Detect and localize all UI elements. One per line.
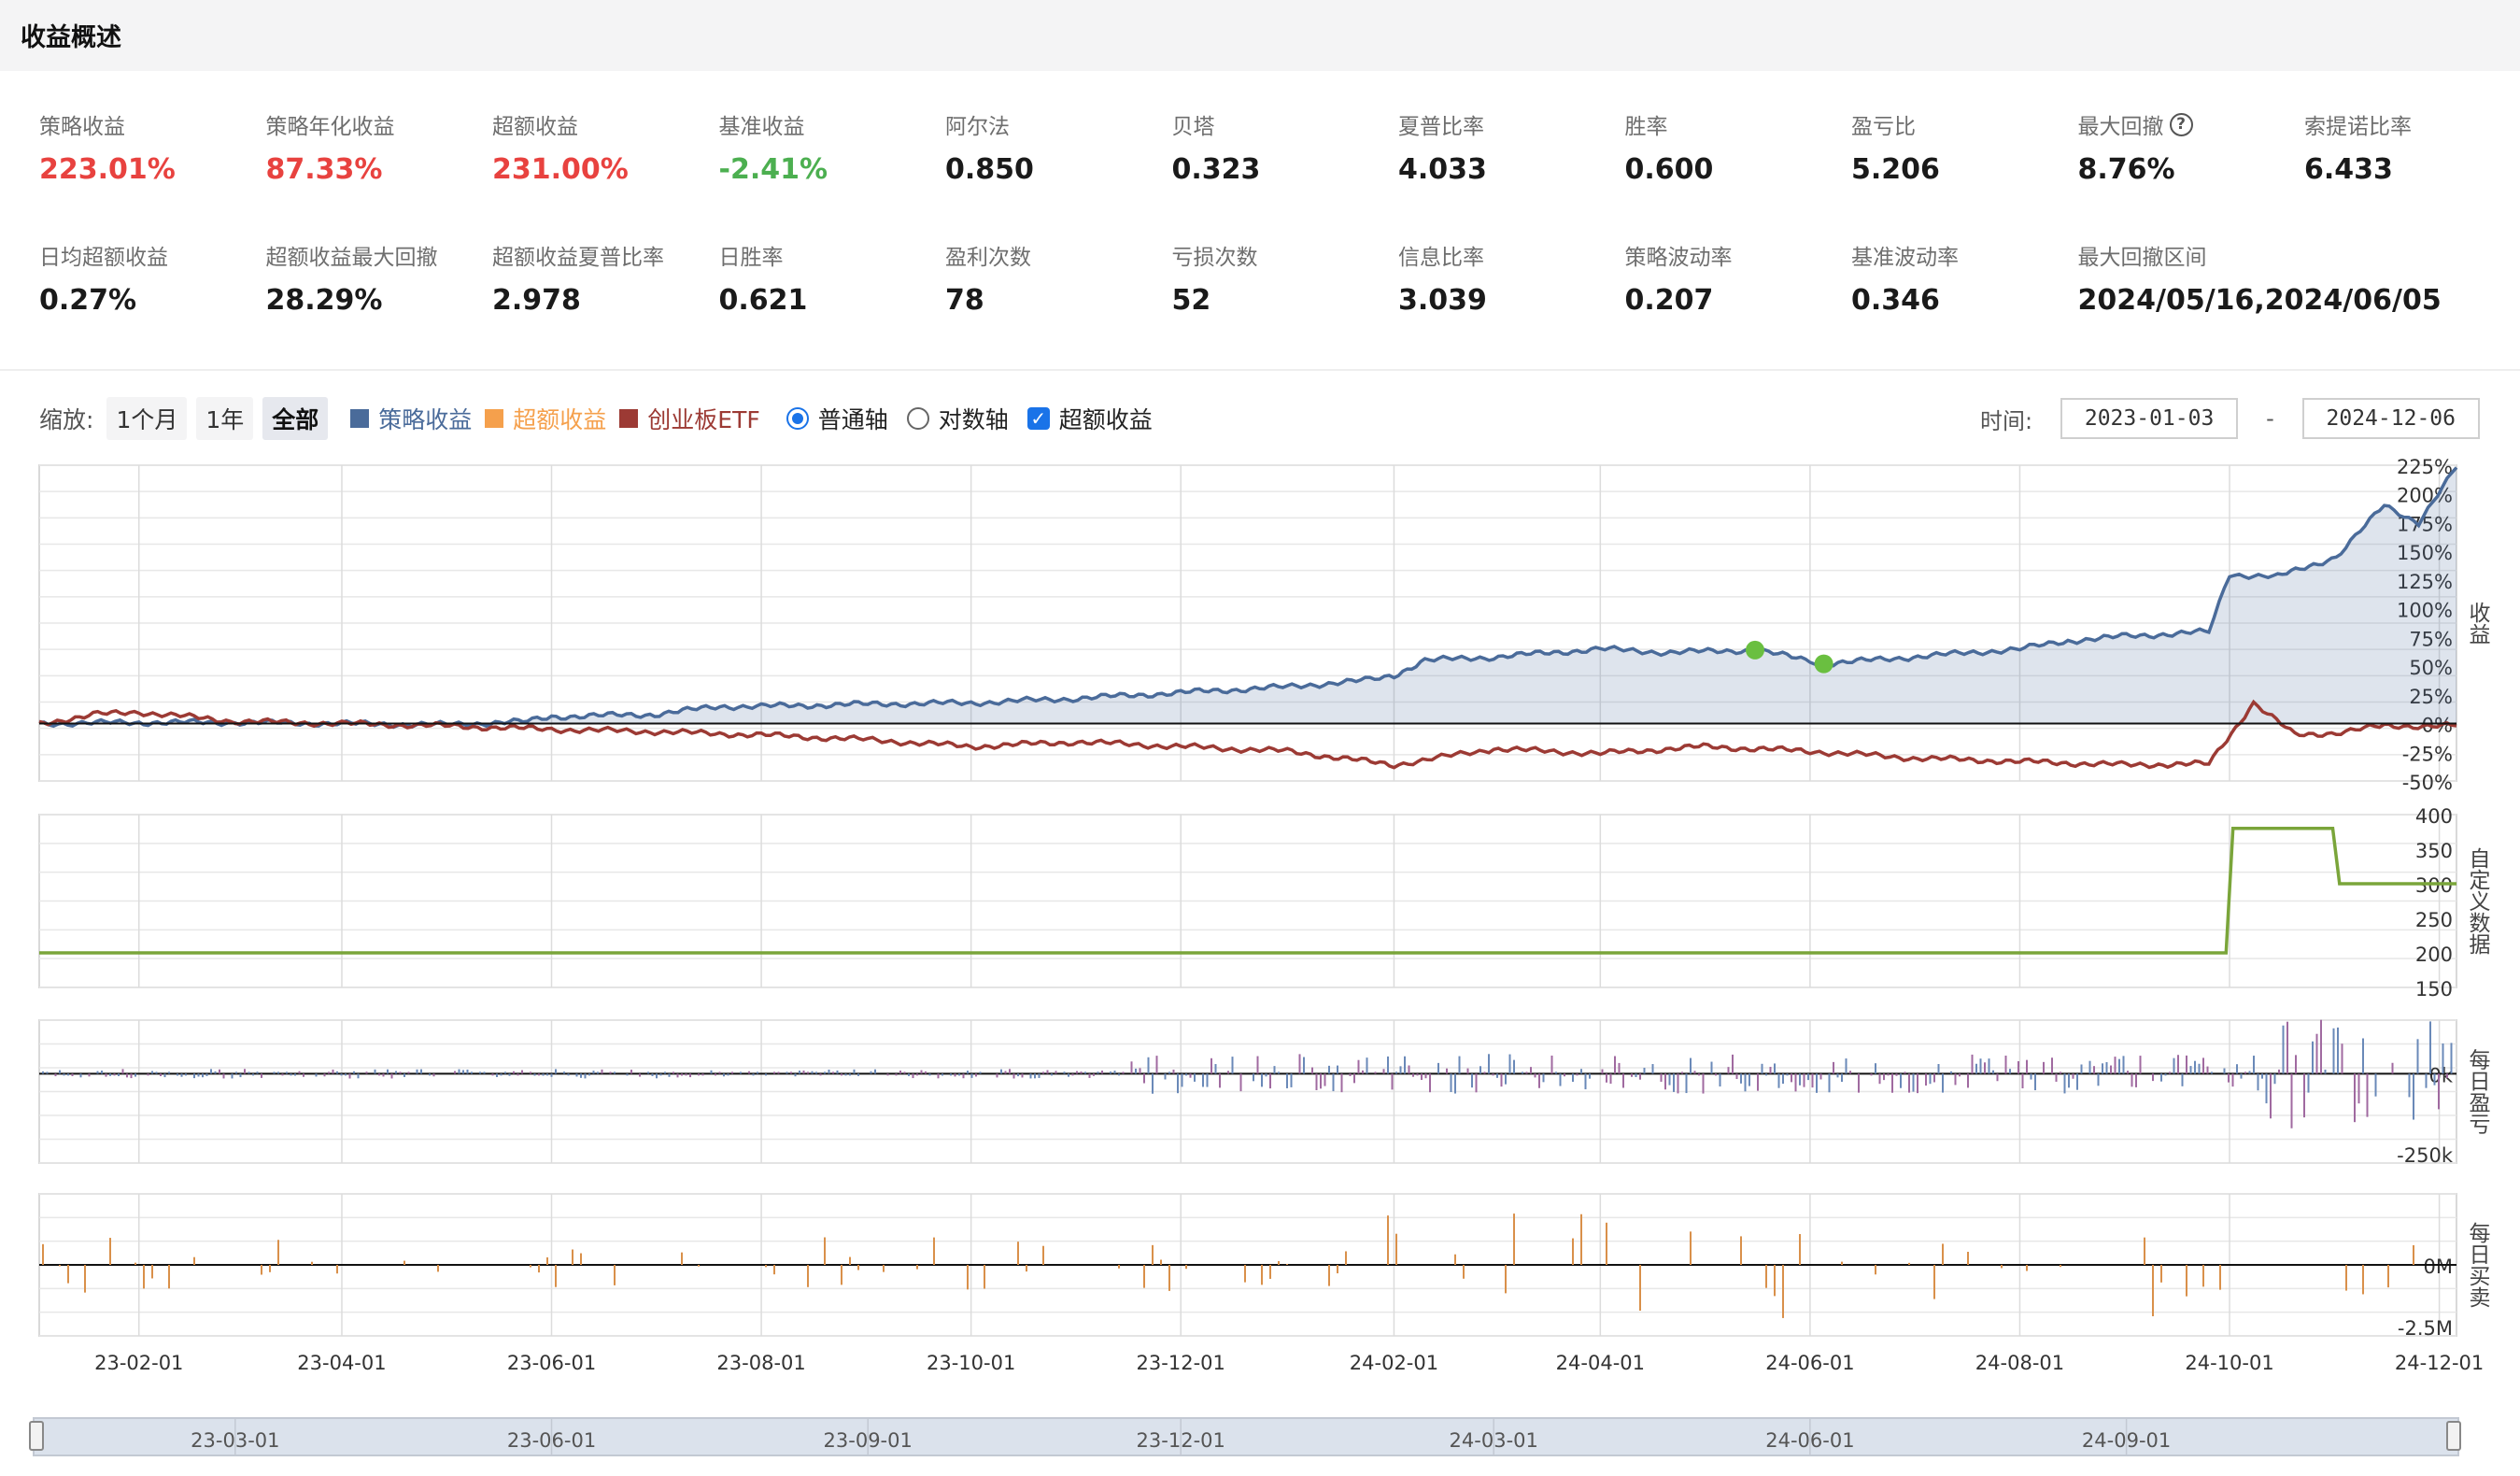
x-tick-label: 24-06-01 bbox=[1765, 1352, 1854, 1374]
x-tick-label: 24-08-01 bbox=[1975, 1352, 2064, 1374]
x-tick-label: 24-10-01 bbox=[2185, 1352, 2273, 1374]
y-tick-label: 350 bbox=[2415, 840, 2453, 862]
drawdown-marker bbox=[1746, 640, 1765, 660]
x-tick-label: 24-02-01 bbox=[1350, 1352, 1438, 1374]
navigator-tick-label: 23-12-01 bbox=[1137, 1429, 1225, 1452]
x-tick-label: 23-02-01 bbox=[94, 1352, 183, 1374]
y-tick-label: 0k bbox=[2428, 1064, 2453, 1086]
chart-panel: 225%200%175%150%125%100%75%50%25%0%-25%-… bbox=[38, 456, 2490, 794]
y-tick-label: 150 bbox=[2415, 978, 2453, 1001]
chart-panel: 400 350 300 250 200 150 自定义数据 bbox=[38, 805, 2491, 1001]
navigator-tick-label: 23-09-01 bbox=[824, 1429, 913, 1452]
y-tick-label: -2.5M bbox=[2398, 1317, 2453, 1340]
y-tick-label: -25% bbox=[2402, 743, 2453, 765]
navigator-tick-label: 24-06-01 bbox=[1765, 1429, 1854, 1452]
drawdown-marker bbox=[1814, 654, 1833, 674]
chart-panel: 0k -250k 每日盈亏 bbox=[38, 1019, 2491, 1167]
x-tick-label: 23-10-01 bbox=[927, 1352, 1015, 1374]
y-tick-label: 225% bbox=[2397, 456, 2453, 478]
y-tick-label: 300 bbox=[2415, 874, 2453, 897]
y-tick-label: 250 bbox=[2415, 909, 2453, 931]
stock-chart[interactable]: 225%200%175%150%125%100%75%50%25%0%-25%-… bbox=[0, 0, 2520, 1476]
x-tick-label: 23-06-01 bbox=[507, 1352, 596, 1374]
navigator-left-handle[interactable] bbox=[29, 1421, 44, 1451]
y-tick-label: 400 bbox=[2415, 805, 2453, 828]
x-tick-label: 24-04-01 bbox=[1556, 1352, 1645, 1374]
panel-side-label: 收益 bbox=[2465, 602, 2490, 645]
y-tick-label: 0M bbox=[2424, 1256, 2453, 1278]
x-tick-label: 24-12-01 bbox=[2395, 1352, 2484, 1374]
panel-side-label: 每日买卖 bbox=[2465, 1222, 2491, 1308]
panel-side-label: 自定义数据 bbox=[2465, 847, 2491, 955]
navigator-tick-label: 23-03-01 bbox=[191, 1429, 279, 1452]
range-navigator[interactable]: 23-03-01 23-06-01 23-09-01 23-12-01 24-03-01… bbox=[29, 1417, 2461, 1456]
navigator-right-handle[interactable] bbox=[2446, 1421, 2461, 1451]
y-tick-label: 200 bbox=[2415, 944, 2453, 966]
navigator-tick-label: 24-09-01 bbox=[2082, 1429, 2171, 1452]
y-tick-label: -250k bbox=[2397, 1144, 2454, 1167]
navigator-tick-label: 24-03-01 bbox=[1450, 1429, 1538, 1452]
x-tick-label: 23-12-01 bbox=[1137, 1352, 1225, 1374]
panel-side-label: 每日盈亏 bbox=[2465, 1049, 2491, 1135]
x-tick-label: 23-04-01 bbox=[297, 1352, 386, 1374]
x-tick-label: 23-08-01 bbox=[716, 1352, 805, 1374]
chart-panel: 0M -2.5M 每日买卖 bbox=[38, 1193, 2491, 1340]
y-tick-label: -50% bbox=[2402, 772, 2453, 794]
navigator-tick-label: 23-06-01 bbox=[507, 1429, 596, 1452]
